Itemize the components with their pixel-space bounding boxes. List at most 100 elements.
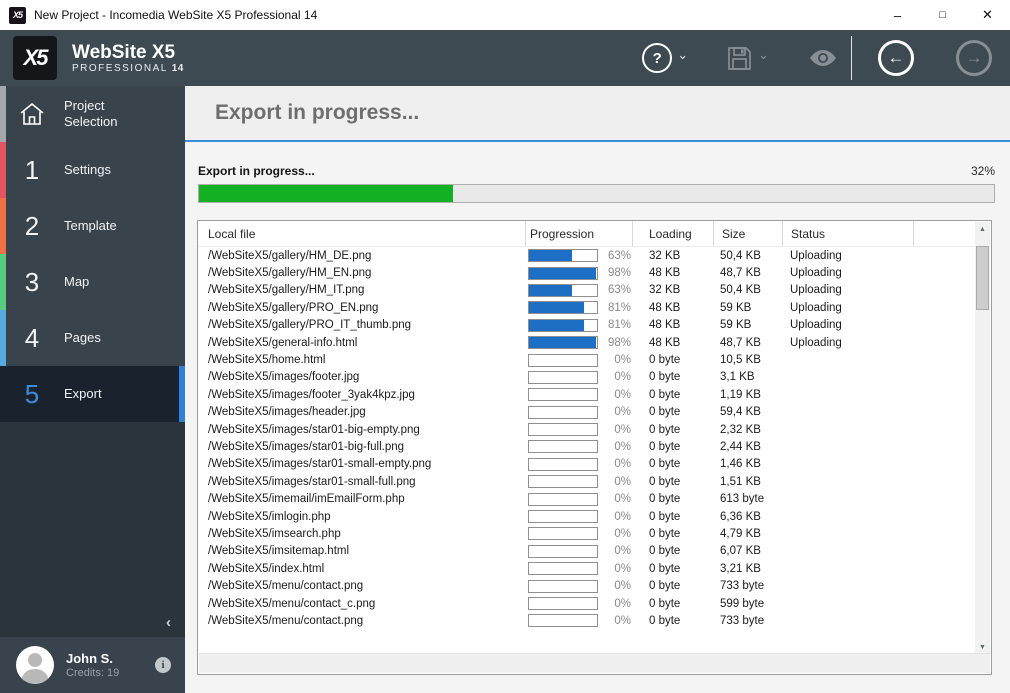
step-color-strip [0,86,6,142]
file-path: /WebSiteX5/images/footer.jpg [198,371,526,383]
file-path: /WebSiteX5/imlogin.php [198,511,526,523]
file-progress-bar [528,475,598,488]
file-path: /WebSiteX5/images/star01-big-full.png [198,441,526,453]
brand-name: WebSite X5 [72,42,184,63]
file-size-value: 59 KB [714,319,783,331]
file-loading-value: 0 byte [633,458,714,470]
column-header-local-file[interactable]: Local file [198,221,526,246]
file-progress-bar [528,388,598,401]
eye-icon [809,49,837,67]
file-size-value: 50,4 KB [714,284,783,296]
app-header: X5 WebSite X5 PROFESSIONAL 14 ? ⌄ ⌄ [0,30,1010,86]
file-progress-bar [528,284,598,297]
file-progress-cell: 81% [526,301,633,314]
vertical-scrollbar[interactable]: ▲ ▼ [975,222,990,655]
file-progress-bar [528,249,598,262]
back-button[interactable]: ← [878,40,914,76]
window-title: New Project - Incomedia WebSite X5 Profe… [34,8,317,22]
sidebar-item-settings[interactable]: 1 Settings [0,142,185,198]
brand-version: 14 [172,63,184,74]
sidebar-item-label: Project Selection [64,98,126,130]
file-size-value: 613 byte [714,493,783,505]
file-path: /WebSiteX5/images/footer_3yak4kpz.jpg [198,389,526,401]
file-size-value: 3,1 KB [714,371,783,383]
sidebar-item-pages[interactable]: 4 Pages [0,310,185,366]
file-progress-percent: 0% [598,476,631,488]
file-progress-fill [529,268,596,279]
preview-button[interactable] [809,49,837,67]
file-loading-value: 0 byte [633,615,714,627]
help-menu-button[interactable]: ? ⌄ [642,43,688,73]
file-path: /WebSiteX5/images/star01-small-full.png [198,476,526,488]
sidebar-item-label: Pages [64,330,109,346]
sidebar-item-export[interactable]: 5 Export [0,366,185,422]
horizontal-scrollbar-track[interactable] [199,653,990,673]
column-header-size[interactable]: Size [714,221,783,246]
file-progress-bar [528,440,598,453]
file-progress-percent: 63% [598,284,631,296]
file-size-value: 4,79 KB [714,528,783,540]
file-path: /WebSiteX5/home.html [198,354,526,366]
file-loading-value: 0 byte [633,598,714,610]
scrollbar-thumb[interactable] [976,246,989,310]
app-window: X5 New Project - Incomedia WebSite X5 Pr… [0,0,1010,693]
file-path: /WebSiteX5/images/header.jpg [198,406,526,418]
file-progress-cell: 0% [526,458,633,471]
table-rows: /WebSiteX5/gallery/HM_DE.png 63% 32 KB 5… [198,247,976,654]
file-loading-value: 0 byte [633,545,714,557]
file-progress-percent: 0% [598,354,631,366]
file-progress-percent: 81% [598,319,631,331]
file-progress-cell: 0% [526,406,633,419]
forward-button[interactable]: → [956,40,992,76]
column-header-loading[interactable]: Loading [633,221,714,246]
file-progress-cell: 98% [526,267,633,280]
scroll-up-icon[interactable]: ▲ [975,222,990,237]
sidebar-collapse-button[interactable]: ‹ [166,614,171,631]
file-progress-cell: 0% [526,614,633,627]
file-progress-percent: 0% [598,389,631,401]
table-row: /WebSiteX5/images/star01-small-empty.png… [198,456,976,473]
file-size-value: 10,5 KB [714,354,783,366]
table-row: /WebSiteX5/menu/contact.png 0% 0 byte 73… [198,577,976,594]
file-loading-value: 0 byte [633,493,714,505]
file-size-value: 1,51 KB [714,476,783,488]
file-progress-cell: 0% [526,580,633,593]
file-status-value: Uploading [783,250,914,262]
step-number: 5 [0,379,64,410]
file-size-value: 48,7 KB [714,267,783,279]
column-header-progression[interactable]: Progression [526,221,633,246]
table-row: /WebSiteX5/gallery/HM_EN.png 98% 48 KB 4… [198,264,976,281]
file-loading-value: 0 byte [633,580,714,592]
file-status-value: Uploading [783,337,914,349]
file-status-value: Uploading [783,319,914,331]
file-progress-bar [528,301,598,314]
file-size-value: 48,7 KB [714,337,783,349]
sidebar-item-template[interactable]: 2 Template [0,198,185,254]
file-path: /WebSiteX5/menu/contact_c.png [198,598,526,610]
minimize-button[interactable]: – [875,0,920,30]
file-progress-cell: 0% [526,354,633,367]
file-progress-cell: 0% [526,597,633,610]
info-icon[interactable]: i [155,657,171,673]
file-progress-cell: 98% [526,336,633,349]
close-button[interactable]: ✕ [965,0,1010,30]
column-header-status[interactable]: Status [783,221,914,246]
file-path: /WebSiteX5/index.html [198,563,526,575]
sidebar-item-label: Template [64,218,125,234]
sidebar-item-map[interactable]: 3 Map [0,254,185,310]
step-number: 3 [0,267,64,298]
sidebar-item-project-selection[interactable]: Project Selection [0,86,185,142]
save-menu-button[interactable]: ⌄ [726,45,769,72]
table-row: /WebSiteX5/images/star01-big-full.png 0%… [198,438,976,455]
export-progress-fill [199,185,453,202]
file-progress-percent: 0% [598,424,631,436]
table-row: /WebSiteX5/general-info.html 98% 48 KB 4… [198,334,976,351]
sidebar-item-label: Export [64,386,110,402]
step-color-strip [0,142,6,198]
file-loading-value: 48 KB [633,319,714,331]
file-loading-value: 0 byte [633,371,714,383]
maximize-button[interactable]: □ [920,0,965,30]
chevron-down-icon: ⌄ [758,51,769,59]
back-arrow-icon: ← [888,48,905,68]
file-path: /WebSiteX5/gallery/HM_EN.png [198,267,526,279]
